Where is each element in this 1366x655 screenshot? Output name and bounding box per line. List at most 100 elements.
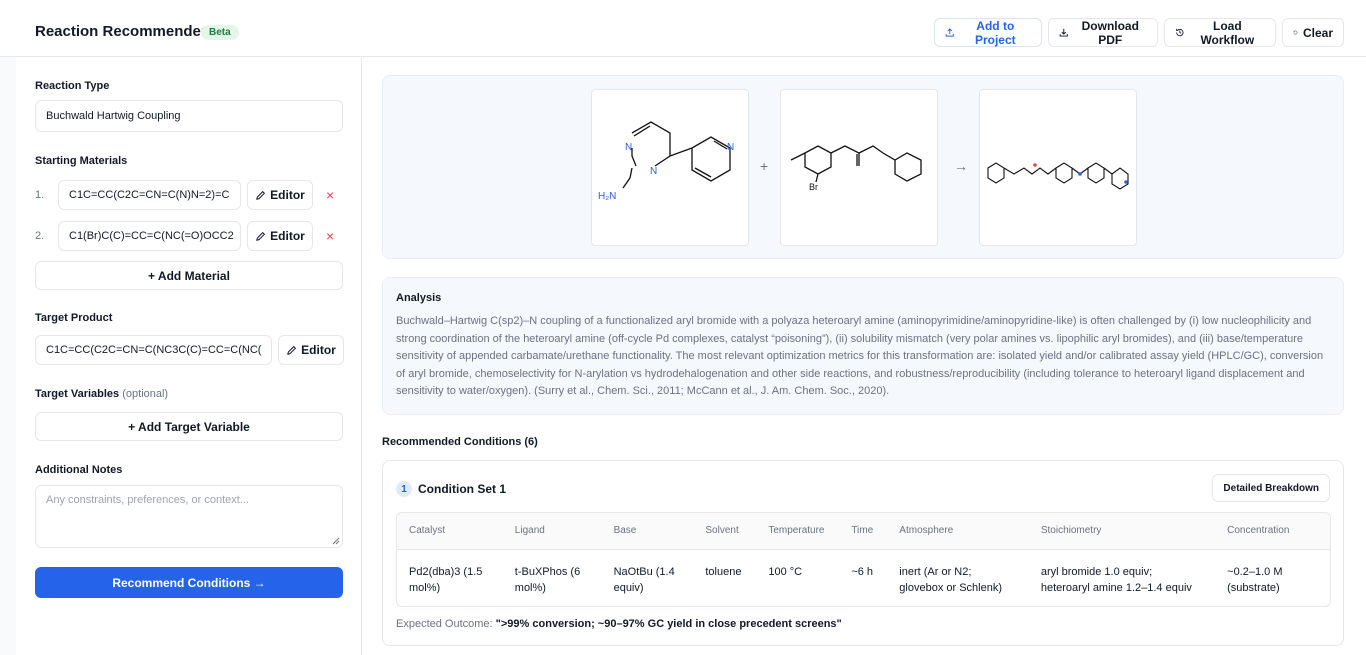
notes-placeholder: Any constraints, preferences, or context… — [46, 494, 249, 506]
analysis-title: Analysis — [396, 292, 442, 304]
material-editor-label-1: Editor — [270, 188, 305, 202]
refresh-icon — [1293, 30, 1298, 35]
oxygen-atom — [1033, 163, 1037, 167]
column-header: Catalyst — [397, 513, 503, 550]
starting-material-structure-1: N N N H₂N — [591, 89, 749, 246]
reaction-type-label: Reaction Type — [35, 80, 110, 92]
temperature-cell: 100 °C — [768, 565, 803, 578]
pencil-icon — [256, 190, 266, 200]
column-header: Ligand — [502, 513, 602, 550]
table-header-row: Catalyst Ligand Base Solvent Temperature… — [397, 513, 1330, 550]
column-header: Solvent — [693, 513, 757, 550]
atom-n-3: N — [727, 142, 734, 153]
material-smiles-1: C1C=CC(C2C=CN=C(N)N=2)=C — [69, 189, 230, 201]
atmosphere-cell: inert (Ar or N2; glovebox or Schlenk) — [899, 565, 1003, 594]
solvent-cell: toluene — [705, 565, 742, 578]
analysis-panel: Analysis Buchwald–Hartwig C(sp2)–N coupl… — [382, 277, 1344, 415]
atom-n-2: N — [650, 166, 657, 177]
ligand-cell: t-BuXPhos (6 mol%) — [514, 565, 581, 594]
concentration-cell: ~0.2–1.0 M (substrate) — [1227, 565, 1283, 594]
reaction-type-field[interactable]: Buchwald Hartwig Coupling — [35, 100, 343, 132]
stoichiometry-cell: aryl bromide 1.0 equiv; heteroaryl amine… — [1040, 565, 1192, 594]
add-material-button[interactable]: + Add Material — [35, 261, 343, 290]
molecule-2-drawing: Br — [790, 145, 922, 192]
target-product-editor-label: Editor — [301, 343, 336, 357]
app-header: Reaction Recommender Beta Add to Project… — [0, 0, 1366, 57]
download-pdf-label: Download PDF — [1081, 18, 1139, 47]
column-header: Stoichiometry — [1028, 513, 1216, 550]
target-variables-label: Target Variables (optional) — [35, 388, 168, 400]
load-workflow-button[interactable]: Load Workflow — [1164, 18, 1276, 47]
target-product-smiles: C1C=CC(C2C=CN=C(NC3C(C)=CC=C(NC( — [46, 344, 262, 356]
molecule-1-drawing: N N N H₂N — [598, 121, 734, 202]
material-smiles-input-1[interactable]: C1C=CC(C2C=CN=C(N)N=2)=C — [58, 180, 241, 210]
starting-materials-label: Starting Materials — [35, 155, 128, 167]
resize-handle-icon[interactable] — [332, 537, 340, 545]
column-header: Base — [601, 513, 694, 550]
remove-material-button-2[interactable]: × — [326, 228, 334, 244]
nitrogen-atom — [1078, 172, 1082, 176]
starting-material-structure-2: Br — [780, 89, 938, 246]
material-editor-label-2: Editor — [270, 229, 305, 243]
add-to-project-label: Add to Project — [974, 18, 1016, 47]
clear-label: Clear — [1302, 25, 1333, 40]
target-product-input[interactable]: C1C=CC(C2C=CN=C(NC3C(C)=CC=C(NC( — [35, 335, 272, 365]
app-title: Reaction Recommender — [35, 23, 207, 40]
detailed-breakdown-button[interactable]: Detailed Breakdown — [1212, 474, 1330, 502]
material-index-2: 2. — [35, 230, 45, 242]
column-header: Atmosphere — [887, 513, 1029, 550]
nitrogen-atom-2 — [1124, 180, 1128, 184]
left-gutter — [0, 58, 16, 655]
recommend-conditions-button[interactable]: Recommend Conditions → — [35, 567, 343, 598]
history-icon — [1176, 28, 1184, 37]
reaction-arrow: → — [954, 158, 968, 174]
condition-set-name: Condition Set 1 — [418, 482, 506, 496]
upload-icon — [945, 28, 954, 37]
pencil-icon — [256, 231, 266, 241]
condition-set-card: 1 Condition Set 1 Detailed Breakdown Cat… — [382, 460, 1344, 646]
expected-outcome-label: Expected Outcome: — [396, 618, 493, 630]
expected-outcome-value: ">99% conversion; ~90–97% GC yield in cl… — [495, 618, 842, 630]
catalyst-cell: Pd2(dba)3 (1.5 mol%) — [409, 565, 483, 594]
atom-h2n: H₂N — [598, 191, 616, 202]
add-target-variable-button[interactable]: + Add Target Variable — [35, 412, 343, 441]
column-header: Time — [839, 513, 888, 550]
atom-br: Br — [809, 182, 818, 192]
sidebar-form: Reaction Type Buchwald Hartwig Coupling … — [16, 58, 362, 655]
optional-hint: (optional) — [122, 388, 169, 400]
add-to-project-button[interactable]: Add to Project — [934, 18, 1042, 47]
additional-notes-textarea[interactable]: Any constraints, preferences, or context… — [35, 485, 343, 548]
pencil-icon — [287, 345, 297, 355]
table-row: Pd2(dba)3 (1.5 mol%) t-BuXPhos (6 mol%) … — [397, 549, 1330, 606]
material-smiles-input-2[interactable]: C1(Br)C(C)=CC=C(NC(=O)OCC2 — [58, 221, 241, 251]
time-cell: ~6 h — [851, 565, 874, 578]
beta-badge: Beta — [201, 25, 239, 40]
product-drawing — [987, 162, 1129, 190]
clear-button[interactable]: Clear — [1282, 18, 1344, 47]
reaction-type-value: Buchwald Hartwig Coupling — [46, 110, 181, 122]
material-editor-button-1[interactable]: Editor — [247, 180, 313, 210]
recommended-conditions-title: Recommended Conditions (6) — [382, 436, 538, 448]
base-cell: NaOtBu (1.4 equiv) — [613, 565, 675, 594]
analysis-text: Buchwald–Hartwig C(sp2)–N coupling of a … — [396, 315, 1324, 398]
conditions-table: Catalyst Ligand Base Solvent Temperature… — [396, 512, 1331, 607]
remove-material-button-1[interactable]: × — [326, 187, 334, 203]
target-product-label: Target Product — [35, 312, 113, 324]
column-header: Concentration — [1215, 513, 1330, 550]
additional-notes-label: Additional Notes — [35, 464, 123, 476]
condition-number-badge: 1 — [396, 481, 412, 497]
target-product-structure — [979, 89, 1137, 246]
atom-n-1: N — [625, 142, 632, 153]
download-pdf-button[interactable]: Download PDF — [1048, 18, 1158, 47]
target-product-editor-button[interactable]: Editor — [278, 335, 344, 365]
plus-sign: + — [760, 158, 769, 174]
main-panel: N N N H₂N + Br → Analysis Buchwald–Hartw… — [363, 58, 1366, 655]
material-smiles-2: C1(Br)C(C)=CC=C(NC(=O)OCC2 — [69, 230, 234, 242]
material-editor-button-2[interactable]: Editor — [247, 221, 313, 251]
expected-outcome: Expected Outcome: ">99% conversion; ~90–… — [396, 618, 842, 630]
material-index-1: 1. — [35, 189, 45, 201]
column-header: Temperature — [756, 513, 840, 550]
load-workflow-label: Load Workflow — [1200, 18, 1255, 47]
reaction-scheme: N N N H₂N + Br → — [382, 75, 1344, 259]
target-variables-title: Target Variables — [35, 388, 120, 400]
